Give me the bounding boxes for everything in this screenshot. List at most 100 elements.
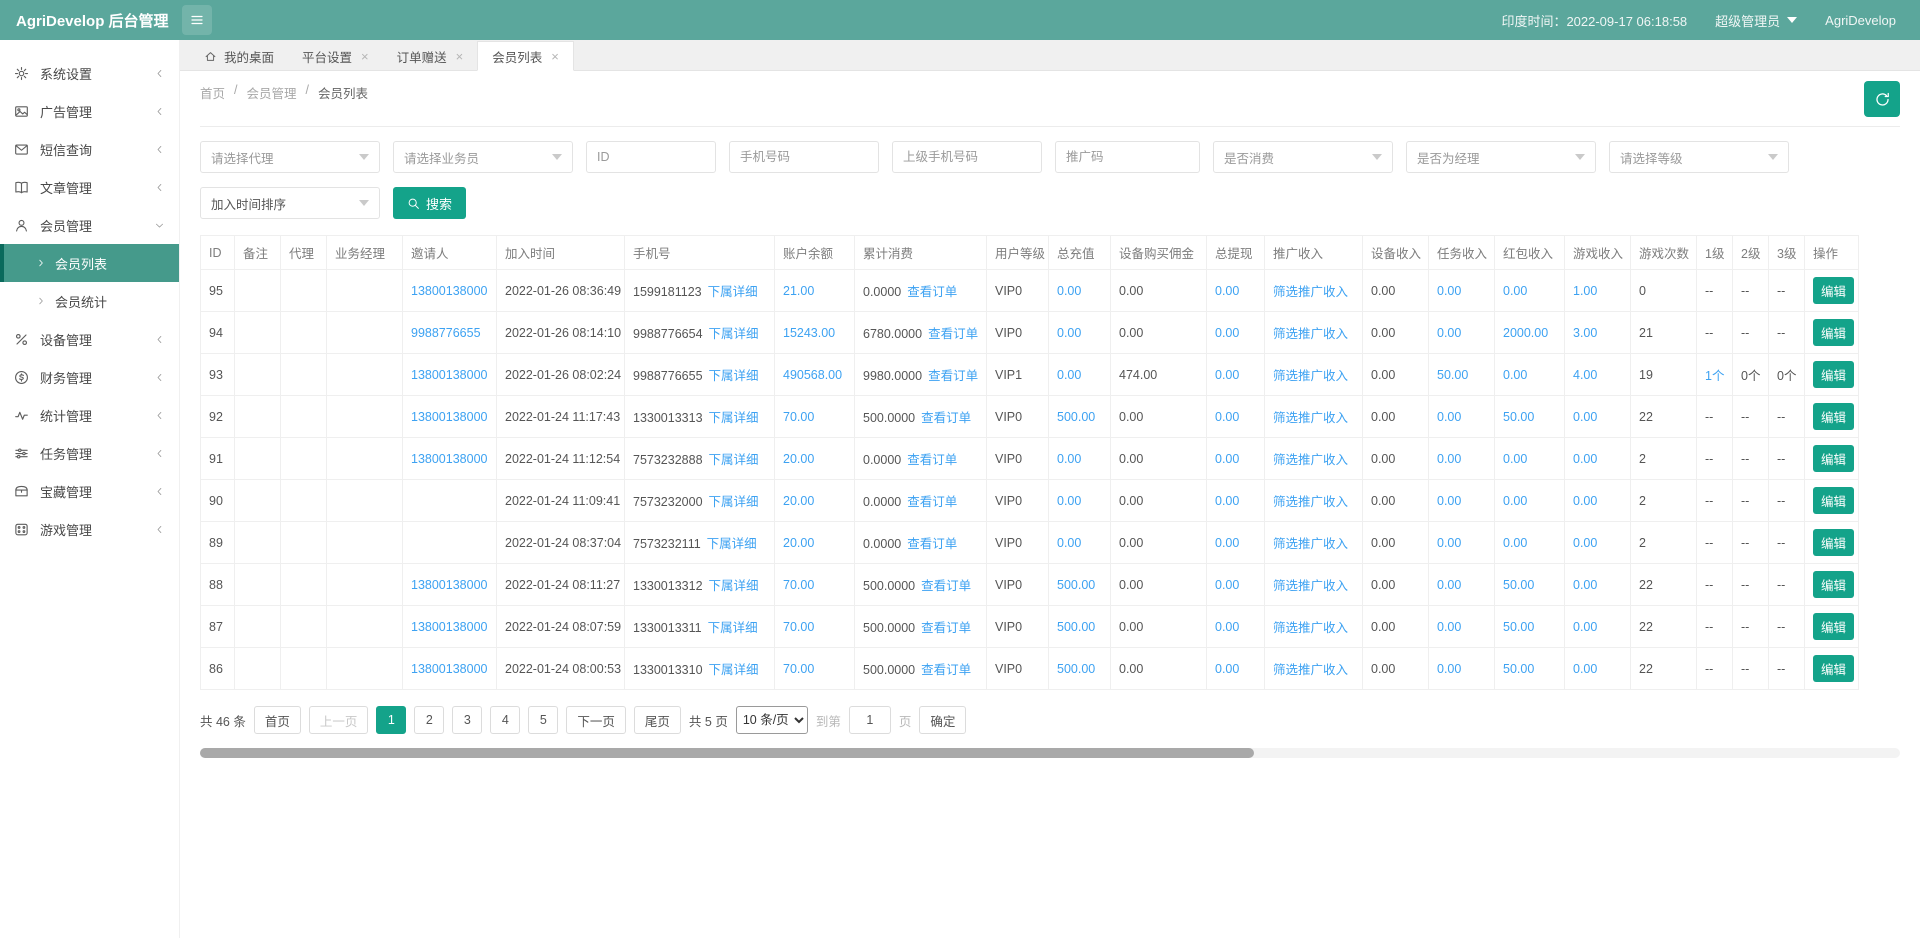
balance-value[interactable]: 20.00 <box>783 452 814 466</box>
balance-value[interactable]: 20.00 <box>783 536 814 550</box>
edit-button[interactable]: 编辑 <box>1813 403 1854 430</box>
task_income-value[interactable]: 0.00 <box>1437 578 1461 592</box>
username[interactable]: AgriDevelop <box>1825 13 1896 28</box>
close-icon[interactable]: × <box>361 49 369 64</box>
subordinate-detail-link[interactable]: 下属详细 <box>707 537 757 551</box>
subordinate-detail-link[interactable]: 下属详细 <box>709 663 759 677</box>
next-page-button[interactable]: 下一页 <box>566 706 626 734</box>
task_income-value[interactable]: 0.00 <box>1437 284 1461 298</box>
edit-button[interactable]: 编辑 <box>1813 487 1854 514</box>
red_income-value[interactable]: 2000.00 <box>1503 326 1548 340</box>
view-orders-link[interactable]: 查看订单 <box>907 537 957 551</box>
edit-button[interactable]: 编辑 <box>1813 445 1854 472</box>
red_income-value[interactable]: 50.00 <box>1503 662 1534 676</box>
horizontal-scrollbar[interactable] <box>200 748 1900 758</box>
balance-value[interactable]: 70.00 <box>783 620 814 634</box>
tab-3[interactable]: 会员列表× <box>477 41 574 71</box>
subordinate-detail-link[interactable]: 下属详细 <box>709 453 759 467</box>
sidebar-item-members[interactable]: 会员管理 <box>0 206 179 244</box>
task_income-value[interactable]: 0.00 <box>1437 620 1461 634</box>
scrollbar-thumb[interactable] <box>200 748 1254 758</box>
task_income-value[interactable]: 0.00 <box>1437 536 1461 550</box>
sidebar-item-system[interactable]: 系统设置 <box>0 54 179 92</box>
refresh-button[interactable] <box>1864 81 1900 117</box>
task_income-value[interactable]: 0.00 <box>1437 326 1461 340</box>
red_income-value[interactable]: 0.00 <box>1503 494 1527 508</box>
last-page-button[interactable]: 尾页 <box>634 706 681 734</box>
view-orders-link[interactable]: 查看订单 <box>907 453 957 467</box>
red_income-value[interactable]: 0.00 <box>1503 536 1527 550</box>
recharge-value[interactable]: 0.00 <box>1057 326 1081 340</box>
close-icon[interactable]: × <box>456 49 464 64</box>
id-input[interactable] <box>586 141 716 173</box>
inviter-value[interactable]: 13800138000 <box>411 284 487 298</box>
edit-button[interactable]: 编辑 <box>1813 571 1854 598</box>
game_income-value[interactable]: 0.00 <box>1573 620 1597 634</box>
withdraw-value[interactable]: 0.00 <box>1215 452 1239 466</box>
balance-value[interactable]: 21.00 <box>783 284 814 298</box>
promo-code-input[interactable] <box>1055 141 1200 173</box>
withdraw-value[interactable]: 0.00 <box>1215 620 1239 634</box>
l1-value[interactable]: 1个 <box>1705 369 1724 383</box>
page-button-3[interactable]: 3 <box>452 706 482 734</box>
view-orders-link[interactable]: 查看订单 <box>907 495 957 509</box>
first-page-button[interactable]: 首页 <box>254 706 301 734</box>
task_income-value[interactable]: 0.00 <box>1437 452 1461 466</box>
balance-value[interactable]: 70.00 <box>783 578 814 592</box>
game_income-value[interactable]: 0.00 <box>1573 662 1597 676</box>
game_income-value[interactable]: 4.00 <box>1573 368 1597 382</box>
subordinate-detail-link[interactable]: 下属详细 <box>709 579 759 593</box>
recharge-value[interactable]: 0.00 <box>1057 536 1081 550</box>
promo-income-link[interactable]: 筛选推广收入 <box>1273 369 1348 383</box>
sidebar-item-tasks[interactable]: 任务管理 <box>0 434 179 472</box>
recharge-value[interactable]: 0.00 <box>1057 368 1081 382</box>
game_income-value[interactable]: 0.00 <box>1573 578 1597 592</box>
sidebar-item-articles[interactable]: 文章管理 <box>0 168 179 206</box>
task_income-value[interactable]: 0.00 <box>1437 494 1461 508</box>
edit-button[interactable]: 编辑 <box>1813 277 1854 304</box>
red_income-value[interactable]: 0.00 <box>1503 452 1527 466</box>
promo-income-link[interactable]: 筛选推广收入 <box>1273 327 1348 341</box>
red_income-value[interactable]: 50.00 <box>1503 578 1534 592</box>
balance-value[interactable]: 70.00 <box>783 410 814 424</box>
inviter-value[interactable]: 13800138000 <box>411 410 487 424</box>
game_income-value[interactable]: 0.00 <box>1573 452 1597 466</box>
recharge-value[interactable]: 500.00 <box>1057 620 1095 634</box>
page-button-2[interactable]: 2 <box>414 706 444 734</box>
subordinate-detail-link[interactable]: 下属详细 <box>709 327 759 341</box>
subordinate-detail-link[interactable]: 下属详细 <box>708 285 758 299</box>
balance-value[interactable]: 15243.00 <box>783 326 835 340</box>
sidebar-item-treasure[interactable]: 宝藏管理 <box>0 472 179 510</box>
sidebar-subitem-4-0[interactable]: 会员列表 <box>0 244 179 282</box>
promo-income-link[interactable]: 筛选推广收入 <box>1273 663 1348 677</box>
sidebar-item-ads[interactable]: 广告管理 <box>0 92 179 130</box>
edit-button[interactable]: 编辑 <box>1813 319 1854 346</box>
view-orders-link[interactable]: 查看订单 <box>928 327 978 341</box>
red_income-value[interactable]: 0.00 <box>1503 284 1527 298</box>
recharge-value[interactable]: 500.00 <box>1057 662 1095 676</box>
promo-income-link[interactable]: 筛选推广收入 <box>1273 453 1348 467</box>
inviter-value[interactable]: 13800138000 <box>411 620 487 634</box>
page-button-4[interactable]: 4 <box>490 706 520 734</box>
sidebar-item-devices[interactable]: 设备管理 <box>0 320 179 358</box>
sidebar-toggle-button[interactable] <box>182 5 212 35</box>
game_income-value[interactable]: 3.00 <box>1573 326 1597 340</box>
balance-value[interactable]: 70.00 <box>783 662 814 676</box>
breadcrumb-item[interactable]: 首页 <box>200 83 225 102</box>
red_income-value[interactable]: 50.00 <box>1503 410 1534 424</box>
sidebar-item-games[interactable]: 游戏管理 <box>0 510 179 548</box>
subordinate-detail-link[interactable]: 下属详细 <box>709 411 759 425</box>
sidebar-subitem-4-1[interactable]: 会员统计 <box>0 282 179 320</box>
close-icon[interactable]: × <box>551 49 559 64</box>
inviter-value[interactable]: 13800138000 <box>411 662 487 676</box>
balance-value[interactable]: 20.00 <box>783 494 814 508</box>
inviter-value[interactable]: 13800138000 <box>411 452 487 466</box>
promo-income-link[interactable]: 筛选推广收入 <box>1273 621 1348 635</box>
promo-income-link[interactable]: 筛选推广收入 <box>1273 537 1348 551</box>
agent-select[interactable]: 请选择代理 <box>200 141 380 173</box>
edit-button[interactable]: 编辑 <box>1813 655 1854 682</box>
view-orders-link[interactable]: 查看订单 <box>921 411 971 425</box>
withdraw-value[interactable]: 0.00 <box>1215 494 1239 508</box>
subordinate-detail-link[interactable]: 下属详细 <box>709 495 759 509</box>
recharge-value[interactable]: 0.00 <box>1057 494 1081 508</box>
